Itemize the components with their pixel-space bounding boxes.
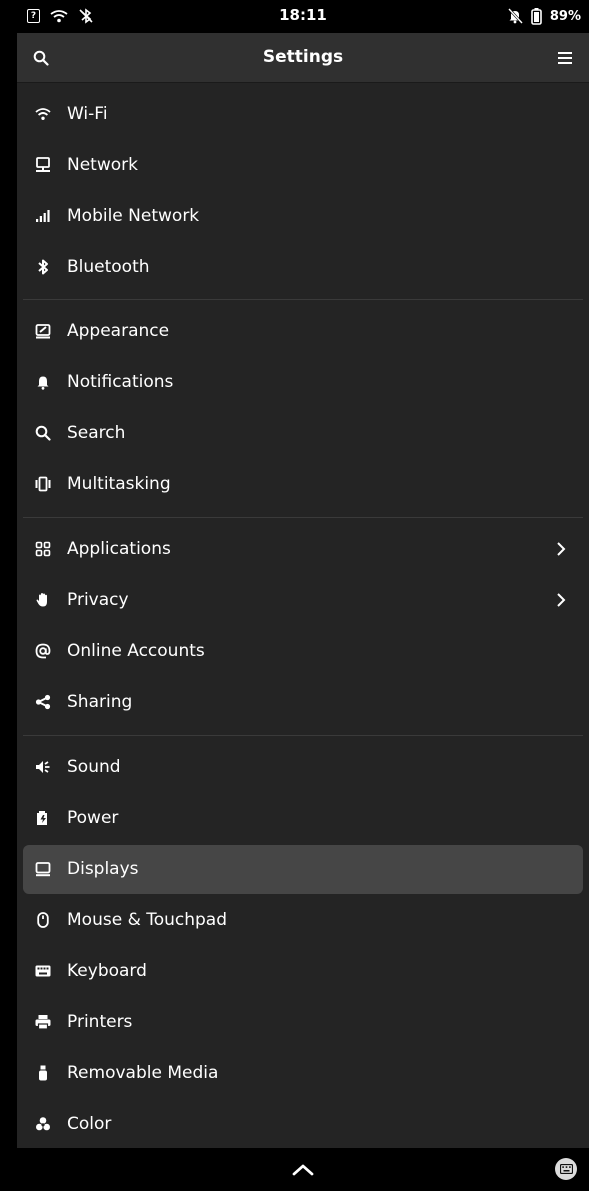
network-icon (34, 156, 52, 174)
at-icon (34, 642, 52, 660)
row-label: Power (67, 808, 119, 828)
bottom-bar (17, 1148, 589, 1191)
wifi-icon (34, 105, 52, 123)
mouse-icon (34, 911, 52, 929)
applications-icon (34, 540, 52, 558)
row-label: Mouse & Touchpad (67, 910, 228, 930)
row-printers[interactable]: Printers (23, 998, 583, 1047)
row-label: Online Accounts (67, 641, 205, 661)
row-label: Network (67, 155, 138, 175)
hand-icon (34, 591, 52, 609)
row-label: Notifications (67, 372, 174, 392)
row-applications[interactable]: Applications (23, 525, 583, 574)
row-label: Keyboard (67, 961, 147, 981)
row-label: Mobile Network (67, 206, 200, 226)
page-title: Settings (262, 47, 344, 67)
row-label: Color (67, 1114, 112, 1134)
header-bar: Settings (17, 33, 589, 83)
speaker-icon (34, 758, 52, 776)
row-label: Sound (67, 757, 121, 777)
row-mouse-touchpad[interactable]: Mouse & Touchpad (23, 896, 583, 945)
row-label: Privacy (67, 590, 129, 610)
row-label: Printers (67, 1012, 133, 1032)
row-label: Displays (67, 859, 139, 879)
row-label: Appearance (67, 321, 170, 341)
row-appearance[interactable]: Appearance (23, 307, 583, 356)
row-notifications[interactable]: Notifications (23, 358, 583, 407)
mobile-network-icon (34, 207, 52, 225)
usb-icon (34, 1064, 52, 1082)
power-icon (34, 809, 52, 827)
chevron-right-icon (557, 593, 566, 607)
row-label: Bluetooth (67, 257, 150, 277)
keyboard-icon (559, 1164, 573, 1174)
row-removable-media[interactable]: Removable Media (23, 1049, 583, 1098)
battery-percent: 89% (549, 8, 581, 24)
notifications-off-icon (507, 8, 523, 24)
row-privacy[interactable]: Privacy (23, 576, 583, 625)
group-divider (23, 299, 583, 300)
bell-icon (34, 373, 52, 391)
row-color[interactable]: Color (23, 1100, 583, 1149)
chevron-right-icon (557, 542, 566, 556)
main-menu-button[interactable] (553, 46, 577, 70)
clock: 18:11 (279, 6, 327, 24)
row-label: Search (67, 423, 126, 443)
row-mobile-network[interactable]: Mobile Network (23, 192, 583, 241)
row-keyboard[interactable]: Keyboard (23, 947, 583, 996)
row-label: Sharing (67, 692, 133, 712)
group-divider (23, 735, 583, 736)
row-network[interactable]: Network (23, 141, 583, 190)
row-displays[interactable]: Displays (23, 845, 583, 894)
on-screen-keyboard-button[interactable] (555, 1158, 577, 1180)
color-icon (34, 1115, 52, 1133)
keyboard-icon (34, 962, 52, 980)
share-icon (34, 693, 52, 711)
appearance-icon (34, 322, 52, 340)
printer-icon (34, 1013, 52, 1031)
row-sound[interactable]: Sound (23, 743, 583, 792)
row-label: Applications (67, 539, 171, 559)
search-icon (34, 424, 52, 442)
display-icon (34, 860, 52, 878)
row-label: Multitasking (67, 474, 171, 494)
multitasking-icon (34, 475, 52, 493)
chevron-up-icon[interactable] (290, 1160, 316, 1180)
row-power[interactable]: Power (23, 794, 583, 843)
row-multitasking[interactable]: Multitasking (23, 460, 583, 509)
row-label: Wi-Fi (67, 104, 108, 124)
row-online-accounts[interactable]: Online Accounts (23, 627, 583, 676)
status-right: 89% (507, 6, 581, 26)
settings-screen: ? 18:11 89% Settings Wi-Fi Network Mobil… (0, 0, 589, 1191)
battery-icon (531, 7, 542, 25)
row-search[interactable]: Search (23, 409, 583, 458)
row-label: Removable Media (67, 1063, 219, 1083)
row-sharing[interactable]: Sharing (23, 678, 583, 727)
status-bar: ? 18:11 89% (17, 0, 589, 32)
hamburger-menu-icon (558, 52, 572, 64)
row-bluetooth[interactable]: Bluetooth (23, 243, 583, 292)
row-wifi[interactable]: Wi-Fi (23, 90, 583, 139)
bluetooth-icon (34, 258, 52, 276)
group-divider (23, 517, 583, 518)
settings-list: Wi-Fi Network Mobile Network Bluetooth A… (17, 83, 589, 1148)
